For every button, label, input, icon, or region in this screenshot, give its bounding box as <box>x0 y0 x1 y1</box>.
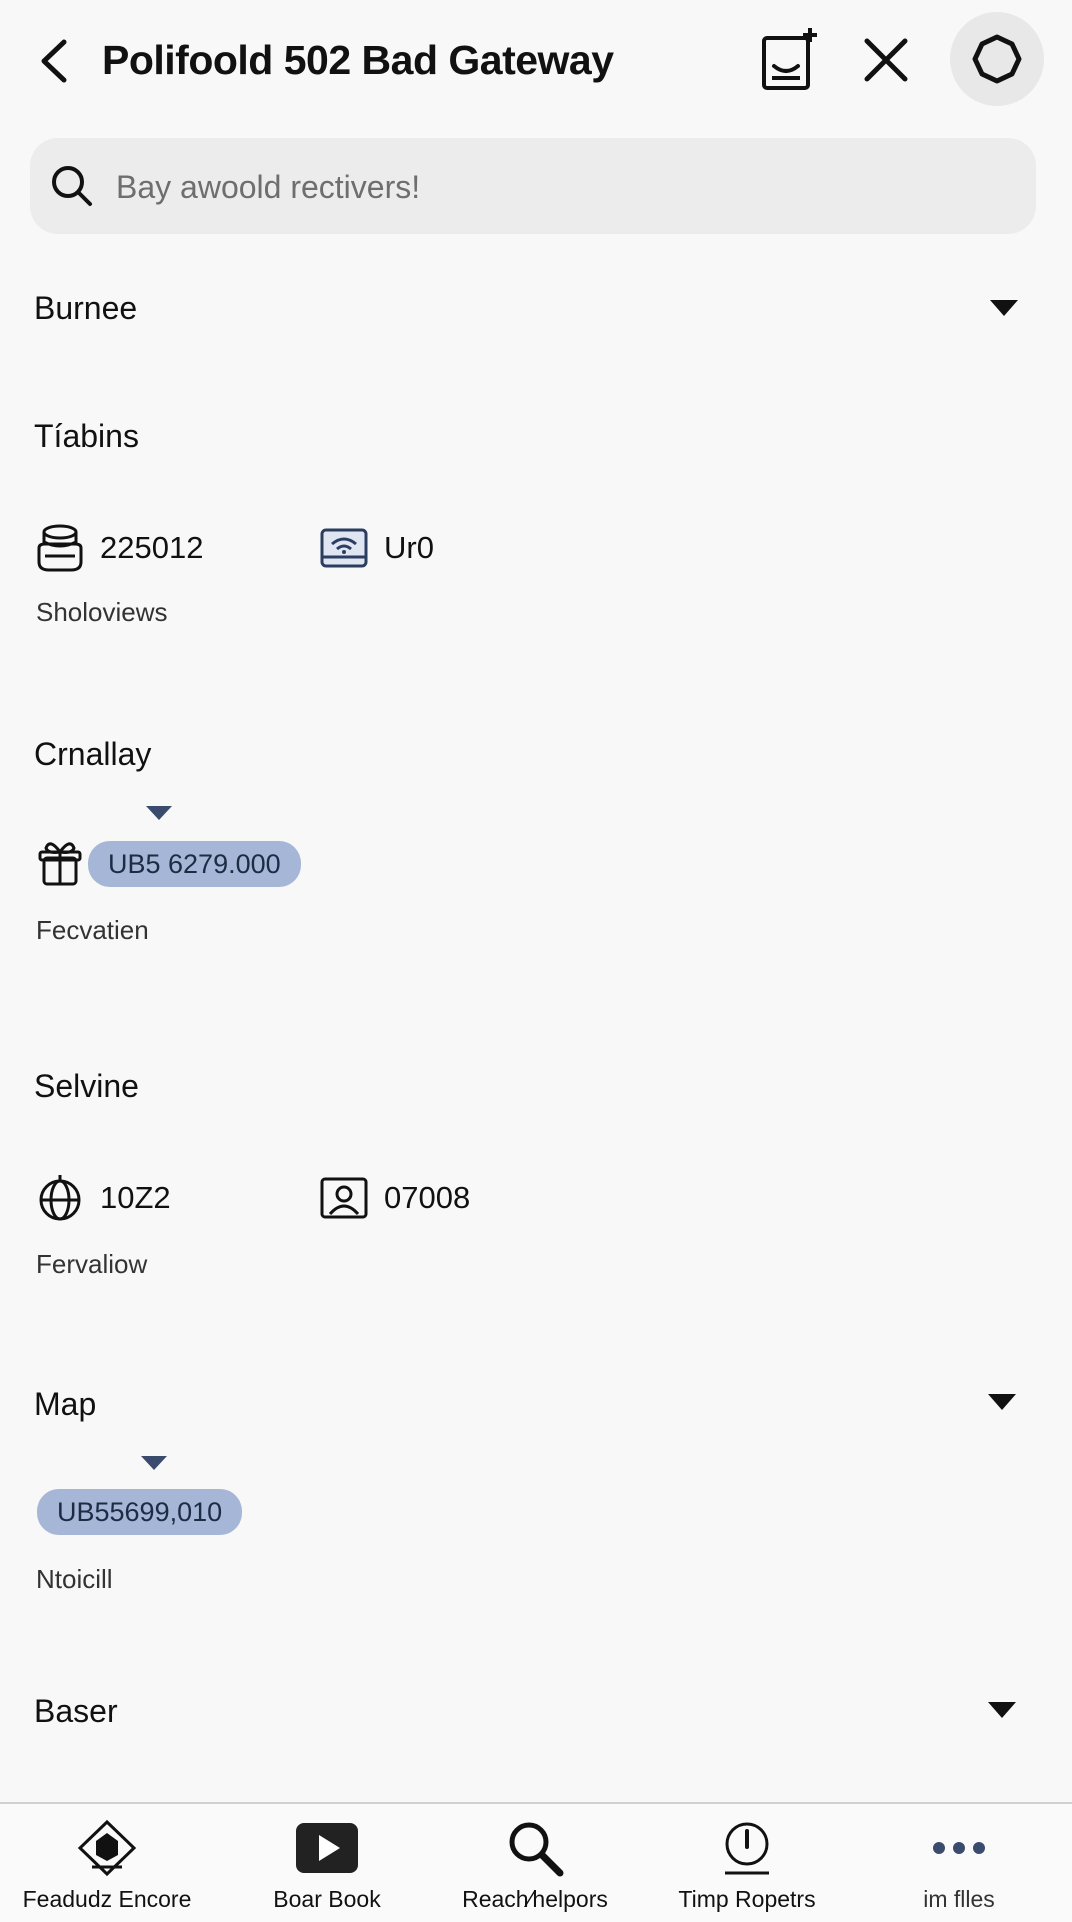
globe-icon <box>34 1172 86 1224</box>
home-diamond-icon <box>72 1818 142 1878</box>
burnee-dropdown-toggle[interactable] <box>990 300 1018 323</box>
search-bar[interactable] <box>30 138 1036 234</box>
caret-down-icon <box>146 806 172 820</box>
caption-fecvatien: Fecvatien <box>36 915 149 945</box>
settings-button[interactable] <box>950 12 1044 106</box>
chevron-down-icon <box>988 1702 1016 1718</box>
chevron-down-icon <box>990 300 1018 316</box>
section-title-baser: Baser <box>34 1693 118 1729</box>
stat-10z2: 10Z2 <box>34 1172 171 1224</box>
nav-item-reach-helpors[interactable]: Reach⁄helpors <box>428 1804 642 1922</box>
caption-sholoviews: Sholoviews <box>36 597 168 627</box>
map-dropdown-toggle[interactable] <box>988 1394 1016 1417</box>
nav-label: Feadudz Encore <box>22 1886 192 1912</box>
caption-ntoicill: Ntoicill <box>36 1564 113 1594</box>
stat-ur0: Ur0 <box>318 522 434 574</box>
section-title-burnee: Burnee <box>34 290 138 326</box>
settings-icon <box>972 34 1022 84</box>
caption-fervaliow: Fervaliow <box>36 1249 148 1279</box>
stat-value: 225012 <box>100 530 204 565</box>
close-button[interactable] <box>846 20 926 100</box>
search-icon <box>52 166 92 206</box>
stat-07008: 07008 <box>318 1172 470 1224</box>
nav-item-timp-ropetrs[interactable]: Timp Ropetrs <box>640 1804 854 1922</box>
caret-down-icon <box>141 1456 167 1470</box>
baser-dropdown-toggle[interactable] <box>988 1702 1016 1725</box>
chevron-down-icon <box>988 1394 1016 1410</box>
nav-item-im-flles[interactable]: im flles <box>852 1804 1066 1922</box>
stat-225012: 225012 <box>34 522 203 574</box>
more-dots-icon <box>924 1818 994 1878</box>
search-input[interactable] <box>114 160 998 214</box>
nav-label: im flles <box>923 1886 995 1912</box>
section-title-map: Map <box>34 1386 97 1422</box>
stat-value: 10Z2 <box>100 1180 171 1215</box>
section-title-crnallay: Crnallay <box>34 736 152 772</box>
nav-label: Boar Book <box>273 1886 381 1912</box>
new-document-button[interactable] <box>748 20 828 100</box>
stat-value: Ur0 <box>384 530 434 565</box>
section-title-tabins: Tíabins <box>34 418 139 454</box>
chevron-left-icon <box>41 39 67 83</box>
clock-icon <box>712 1818 782 1878</box>
bottom-navigation: Feadudz Encore Boar Book Reach⁄helpors T… <box>0 1802 1072 1922</box>
nav-label: Reach⁄helpors <box>462 1886 608 1912</box>
stat-value: 07008 <box>384 1180 471 1215</box>
amount-pill[interactable]: UB5 6279.000 <box>88 841 301 887</box>
section-title-selvine: Selvine <box>34 1068 139 1104</box>
back-button[interactable] <box>36 36 72 86</box>
close-icon <box>864 38 908 82</box>
search-icon <box>500 1818 570 1878</box>
nav-item-boar-book[interactable]: Boar Book <box>220 1804 434 1922</box>
nav-label: Timp Ropetrs <box>678 1886 816 1912</box>
amount-pill[interactable]: UB55699,010 <box>37 1489 243 1535</box>
nav-item-feadudz-encore[interactable]: Feadudz Encore <box>0 1804 214 1922</box>
gift-icon <box>36 838 88 890</box>
page-title: Polifoold 502 Bad Gateway <box>102 37 614 83</box>
wifi-card-icon <box>318 522 370 574</box>
play-icon <box>292 1818 362 1878</box>
profile-card-icon <box>318 1172 370 1224</box>
storage-icon <box>34 522 86 574</box>
add-document-icon <box>762 28 817 90</box>
